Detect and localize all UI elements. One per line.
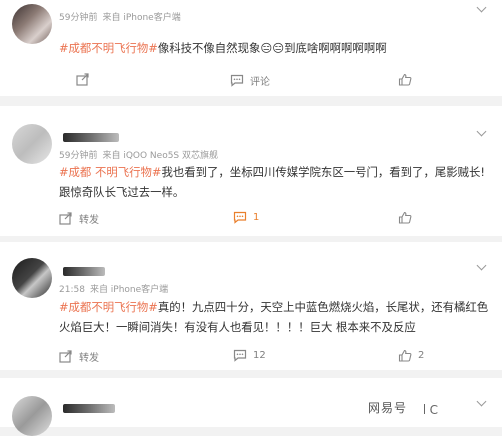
comment-button[interactable]: 12: [233, 349, 266, 362]
thumbs-up-icon: [398, 73, 412, 86]
watermark-suffix: C: [429, 403, 438, 417]
post-card-4: 网易号 C: [0, 378, 502, 436]
avatar[interactable]: [12, 396, 52, 436]
like-count: 2: [418, 350, 425, 361]
post-time: 59分钟前: [59, 151, 98, 161]
post-content: #成都不明飞行物#像科技不像自然现象😑😑到底啥啊啊啊啊啊啊: [59, 38, 490, 58]
thumbs-up-icon: [398, 349, 412, 362]
post-content: #成都 不明飞行物#我也看到了，坐标四川传媒学院东区一号门，看到了，尾影贼长!跟…: [59, 162, 490, 202]
share-label: 转发: [79, 215, 99, 226]
post-card-3: 21:58 来自 iPhone客户端 #成都不明飞行物#真的！九点四十分，天空上中…: [0, 242, 502, 370]
share-icon: [76, 73, 89, 86]
chevron-down-icon[interactable]: [476, 396, 488, 408]
comment-button[interactable]: 1: [233, 211, 259, 224]
share-button[interactable]: 转发: [59, 211, 99, 226]
like-button[interactable]: [398, 73, 418, 86]
post-source: 来自 iQOO Neo5S 双芯旗舰: [102, 151, 219, 161]
avatar[interactable]: [12, 258, 52, 298]
comment-count: 1: [253, 212, 260, 223]
chevron-down-icon[interactable]: [476, 260, 488, 272]
watermark-divider: [424, 404, 425, 414]
thumbs-up-icon: [398, 211, 412, 224]
comment-label: 评论: [250, 77, 270, 88]
hashtag-link[interactable]: #成都不明飞行物#: [59, 41, 158, 55]
comment-icon: [230, 74, 244, 87]
chevron-down-icon[interactable]: [476, 2, 488, 14]
watermark-text: 网易号: [367, 401, 407, 415]
post-text: 像科技不像自然现象😑😑到底啥啊啊啊啊啊啊: [157, 41, 387, 55]
share-button[interactable]: [76, 73, 96, 86]
post-meta: 59分钟前 来自 iPhone客户端: [59, 10, 186, 23]
post-content: #成都不明飞行物#真的！九点四十分，天空上中蓝色燃烧火焰，长尾状，还有橘红色火焰…: [59, 297, 490, 337]
post-source: 来自 iPhone客户端: [102, 13, 181, 23]
comment-icon: [233, 349, 247, 362]
like-button[interactable]: [398, 211, 418, 224]
chevron-down-icon[interactable]: [476, 126, 488, 138]
username[interactable]: [63, 133, 119, 142]
avatar[interactable]: [12, 4, 52, 44]
username[interactable]: [63, 404, 115, 413]
share-button[interactable]: 转发: [59, 349, 99, 364]
share-label: 转发: [79, 353, 99, 364]
share-icon: [59, 212, 72, 225]
avatar[interactable]: [12, 124, 52, 164]
comment-icon: [233, 211, 247, 224]
post-card-1: 59分钟前 来自 iPhone客户端 #成都不明飞行物#像科技不像自然现象😑😑到底…: [0, 0, 502, 96]
username[interactable]: [63, 267, 105, 276]
hashtag-link[interactable]: #成都不明飞行物#: [59, 300, 158, 314]
hashtag-link[interactable]: #成都 不明飞行物#: [59, 165, 161, 179]
post-time: 59分钟前: [59, 13, 98, 23]
post-time: 21:58: [59, 285, 85, 295]
comment-button[interactable]: 评论: [230, 73, 270, 88]
post-source: 来自 iPhone客户端: [89, 285, 169, 295]
post-card-2: 59分钟前 来自 iQOO Neo5S 双芯旗舰 #成都 不明飞行物#我也看到了，…: [0, 106, 502, 236]
share-icon: [59, 350, 72, 363]
post-meta: 21:58 来自 iPhone客户端: [59, 282, 173, 295]
comment-count: 12: [253, 350, 266, 361]
post-meta: 59分钟前 来自 iQOO Neo5S 双芯旗舰: [59, 148, 223, 161]
like-button[interactable]: 2: [398, 349, 424, 362]
